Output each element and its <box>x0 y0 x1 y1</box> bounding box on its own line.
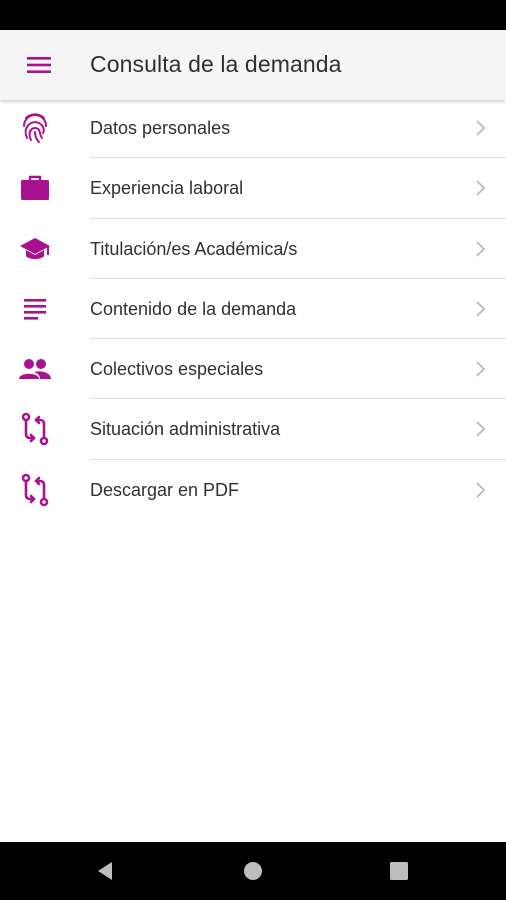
text-lines-icon <box>17 292 53 326</box>
compare-arrows-icon <box>17 473 53 507</box>
menu-item-colectivos-especiales[interactable]: Colectivos especiales <box>0 339 506 400</box>
page-title: Consulta de la demanda <box>90 51 342 77</box>
back-triangle-icon <box>98 862 112 880</box>
menu-item-label: Descargar en PDF <box>90 479 240 500</box>
recents-button[interactable] <box>384 856 414 886</box>
menu-item-label: Contenido de la demanda <box>90 298 297 319</box>
home-button[interactable] <box>238 856 268 886</box>
compare-arrows-icon <box>17 412 53 446</box>
chevron-right-icon <box>476 361 486 377</box>
menu-item-situacion-administrativa[interactable]: Situación administrativa <box>0 399 506 460</box>
menu-item-experiencia-laboral[interactable]: Experiencia laboral <box>0 158 506 219</box>
menu-item-datos-personales[interactable]: Datos personales <box>0 98 506 159</box>
menu-item-contenido-demanda[interactable]: Contenido de la demanda <box>0 279 506 340</box>
app-bar: Consulta de la demanda <box>0 30 506 100</box>
people-icon <box>17 352 53 386</box>
chevron-right-icon <box>476 301 486 317</box>
chevron-right-icon <box>476 180 486 196</box>
fingerprint-icon <box>17 111 53 145</box>
menu-item-label: Colectivos especiales <box>90 359 264 380</box>
chevron-right-icon <box>476 421 486 438</box>
chevron-right-icon <box>476 240 486 257</box>
system-navigation-bar <box>0 842 506 900</box>
recents-square-icon <box>390 862 408 880</box>
status-bar <box>0 0 506 30</box>
briefcase-icon <box>17 171 53 205</box>
menu-item-label: Situación administrativa <box>90 419 281 440</box>
home-circle-icon <box>244 862 262 880</box>
back-button[interactable] <box>90 856 120 886</box>
chevron-right-icon <box>476 120 486 136</box>
menu-item-label: Experiencia laboral <box>90 178 244 199</box>
menu-item-label: Titulación/es Académica/s <box>90 238 298 259</box>
menu-list: Datos personales Experiencia laboral Tit… <box>0 98 506 520</box>
menu-item-label: Datos personales <box>90 118 231 138</box>
menu-button[interactable] <box>20 47 58 83</box>
chevron-right-icon <box>476 482 486 498</box>
graduation-cap-icon <box>17 232 53 266</box>
hamburger-menu-icon <box>27 57 51 73</box>
menu-item-titulacion-academica[interactable]: Titulación/es Académica/s <box>0 219 506 279</box>
menu-item-descargar-pdf[interactable]: Descargar en PDF <box>0 460 506 520</box>
